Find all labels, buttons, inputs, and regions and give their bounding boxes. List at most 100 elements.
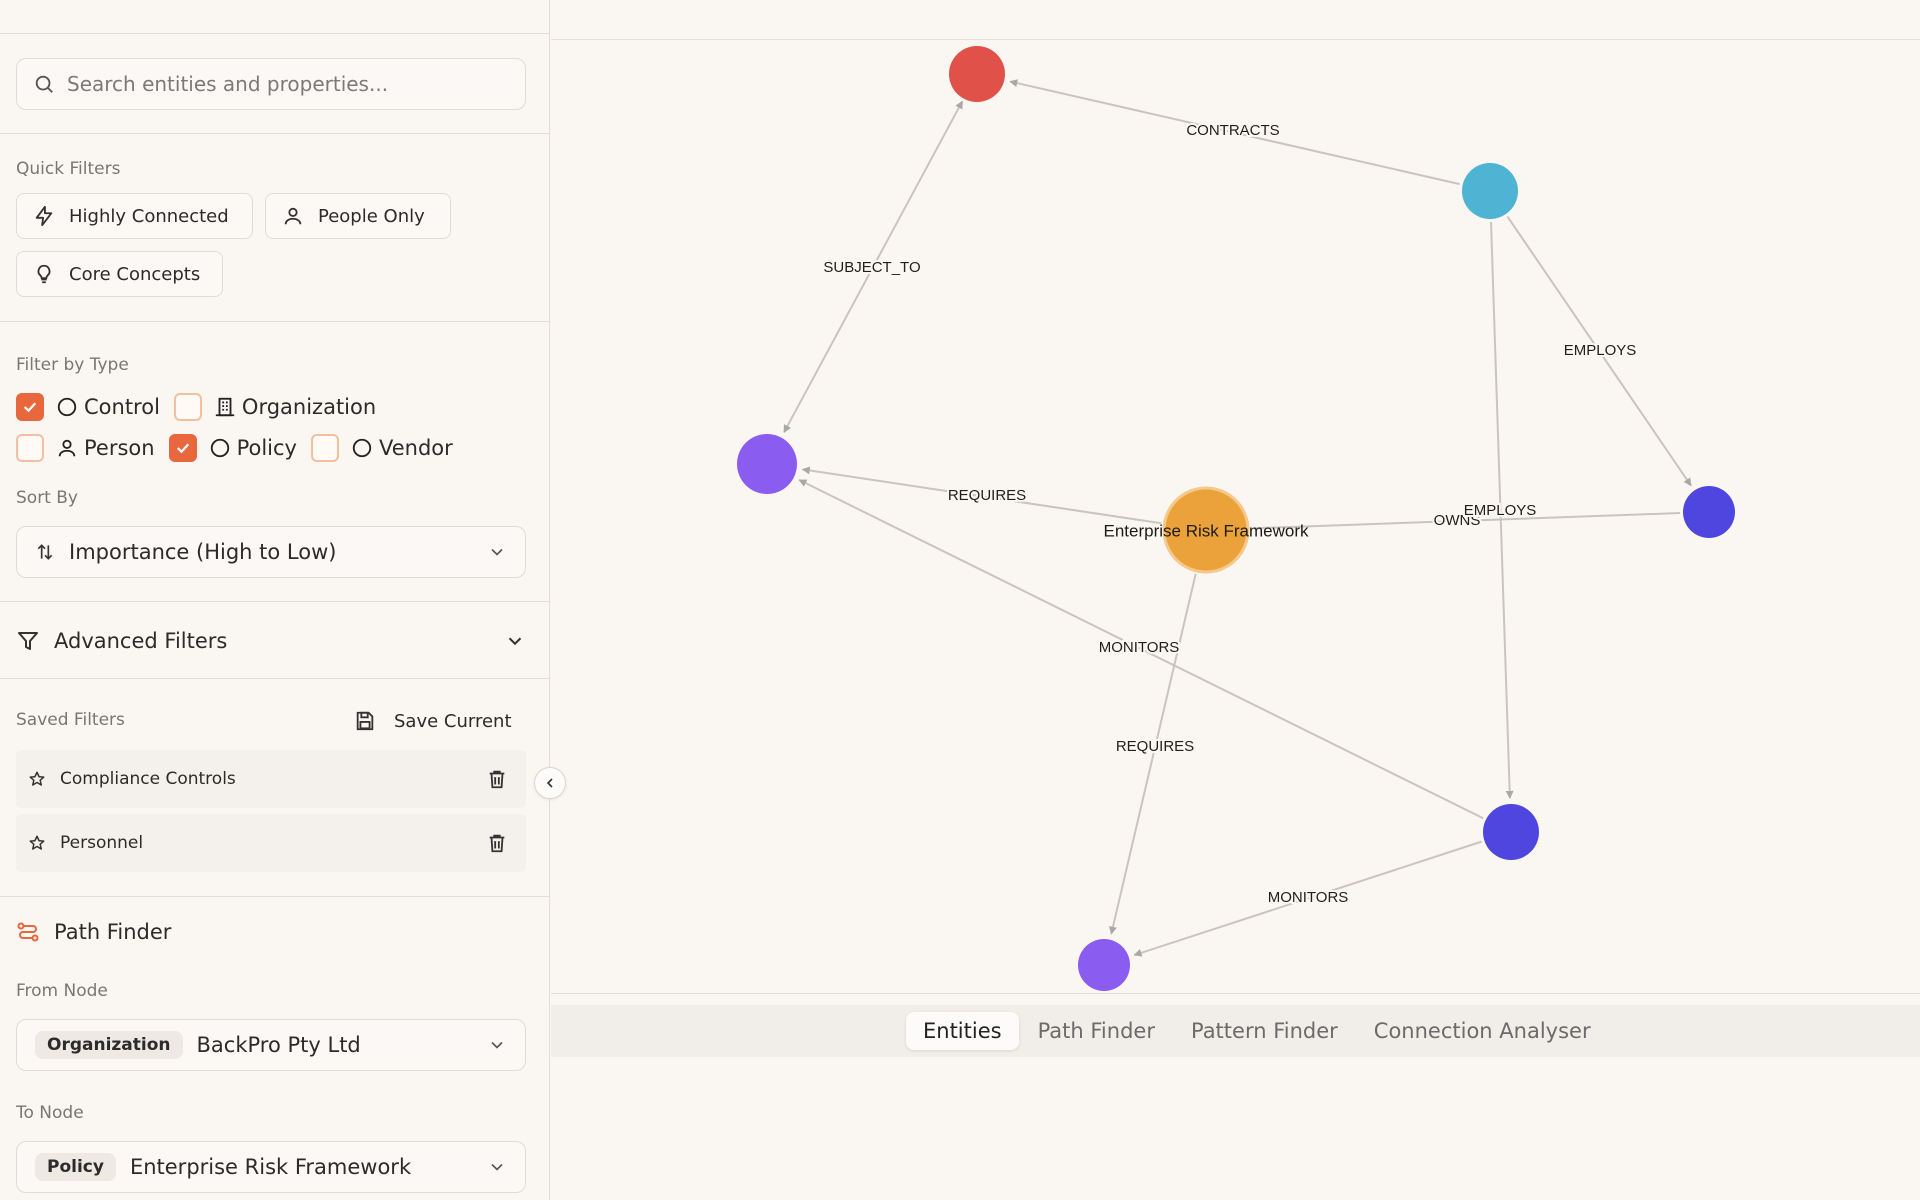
checkbox-checked[interactable] <box>16 393 44 421</box>
type-filter-row: Control Organization <box>16 392 390 422</box>
lightbulb-icon <box>37 264 51 284</box>
advanced-filters-toggle[interactable]: Advanced Filters <box>16 625 526 657</box>
tab-connection-analyser[interactable]: Connection Analyser <box>1357 1012 1608 1050</box>
to-node-value: Enterprise Risk Framework <box>129 1155 412 1179</box>
edge-label: REQUIRES <box>948 487 1026 504</box>
save-current-label: Save Current <box>394 710 512 732</box>
checkbox-unchecked[interactable] <box>16 434 44 462</box>
chevron-down-icon <box>491 548 503 556</box>
chip-label: Highly Connected <box>69 205 229 227</box>
star-icon <box>29 771 45 786</box>
sort-by-title: Sort By <box>16 488 78 508</box>
trash-icon[interactable] <box>486 768 508 790</box>
circle-icon <box>352 438 372 458</box>
check-icon <box>23 402 37 413</box>
from-node-select[interactable]: Organization BackPro Pty Ltd <box>16 1019 526 1071</box>
node-type-pill: Policy <box>35 1153 116 1181</box>
to-node-label: To Node <box>16 1103 84 1123</box>
route-icon <box>17 922 39 942</box>
graph-node-teal[interactable] <box>1462 163 1518 219</box>
from-node-label: From Node <box>16 981 108 1001</box>
save-current-button[interactable]: Save Current <box>354 706 512 736</box>
edge-label: MONITORS <box>1268 889 1349 906</box>
quick-filters-title: Quick Filters <box>16 159 121 179</box>
divider <box>0 601 549 602</box>
quick-filter-people-only[interactable]: People Only <box>265 193 451 239</box>
graph-node-red[interactable] <box>949 46 1005 102</box>
star-icon <box>29 835 45 850</box>
saved-filters-title: Saved Filters <box>16 710 125 730</box>
edge-label: CONTRACTS <box>1186 122 1279 139</box>
search-box[interactable] <box>16 58 526 110</box>
tab-entities[interactable]: Entities <box>906 1012 1019 1050</box>
chip-label: People Only <box>318 205 425 227</box>
type-label: Organization <box>241 395 377 419</box>
to-node-select[interactable]: Policy Enterprise Risk Framework <box>16 1141 526 1193</box>
tab-pattern-finder[interactable]: Pattern Finder <box>1174 1012 1355 1050</box>
view-tabs: Entities Path Finder Pattern Finder Conn… <box>906 1010 1610 1052</box>
filter-by-type-title: Filter by Type <box>16 355 129 375</box>
circle-icon <box>210 438 229 458</box>
person-icon <box>58 439 76 457</box>
lightning-icon <box>35 205 53 227</box>
search-input[interactable] <box>67 72 507 96</box>
chevron-down-icon <box>491 1041 503 1049</box>
divider <box>0 678 549 679</box>
saved-filter-item[interactable]: Personnel <box>16 814 526 872</box>
chevron-down-icon <box>491 1163 503 1171</box>
type-filter-control[interactable]: Control <box>16 393 160 421</box>
path-finder-title: Path Finder <box>16 920 171 944</box>
filter-icon <box>18 632 38 650</box>
advanced-filters-label: Advanced Filters <box>54 629 228 653</box>
quick-filter-core-concepts[interactable]: Core Concepts <box>16 251 223 297</box>
sort-by-value: Importance (High to Low) <box>69 540 337 564</box>
type-filter-vendor[interactable]: Vendor <box>310 434 453 462</box>
type-label: Control <box>84 395 160 419</box>
edge-label: EMPLOYS <box>1564 342 1637 359</box>
tab-path-finder[interactable]: Path Finder <box>1021 1012 1172 1050</box>
type-filter-policy[interactable]: Policy <box>168 434 297 462</box>
chip-label: Core Concepts <box>69 263 201 285</box>
type-filter-organization[interactable]: Organization <box>173 393 377 421</box>
trash-icon[interactable] <box>486 832 508 854</box>
sort-by-select[interactable]: Importance (High to Low) <box>16 526 526 578</box>
graph-node-indigo-bottom[interactable] <box>1483 804 1539 860</box>
building-icon <box>215 397 235 417</box>
checkbox-unchecked[interactable] <box>310 434 339 462</box>
circle-icon <box>57 397 77 417</box>
type-label: Vendor <box>378 436 453 460</box>
sidebar: Quick Filters Highly Connected People On… <box>0 0 550 1200</box>
graph-node-indigo-right[interactable] <box>1683 486 1735 538</box>
search-icon <box>35 75 53 93</box>
node-label: Enterprise Risk Framework <box>1104 521 1309 540</box>
graph-divider <box>551 993 1920 994</box>
edge-label: REQUIRES <box>1116 738 1194 755</box>
type-label: Person <box>84 436 155 460</box>
quick-filter-highly-connected[interactable]: Highly Connected <box>16 193 253 239</box>
type-filter-row: Person Policy Vendor <box>16 433 467 463</box>
divider <box>0 321 549 322</box>
edge-label: MONITORS <box>1099 639 1180 656</box>
sort-icon <box>37 544 53 560</box>
path-finder-label: Path Finder <box>54 920 172 944</box>
checkbox-unchecked[interactable] <box>173 393 202 421</box>
saved-filter-item[interactable]: Compliance Controls <box>16 750 526 808</box>
graph-node-purple-bottom[interactable] <box>1078 939 1130 991</box>
divider <box>0 896 549 897</box>
checkbox-checked[interactable] <box>168 434 197 462</box>
divider <box>0 133 549 134</box>
chevron-down-icon <box>508 637 522 646</box>
person-icon <box>284 207 302 225</box>
graph-canvas[interactable]: CONTRACTSSUBJECT_TOEMPLOYSREQUIRESOWNSEM… <box>551 40 1920 993</box>
saved-filter-label: Compliance Controls <box>60 769 236 789</box>
type-label: Policy <box>236 436 297 460</box>
type-filter-person[interactable]: Person <box>16 434 155 462</box>
edge-label: EMPLOYS <box>1464 502 1537 519</box>
edge-label: SUBJECT_TO <box>823 259 920 276</box>
from-node-value: BackPro Pty Ltd <box>196 1033 361 1057</box>
saved-filter-label: Personnel <box>60 833 144 853</box>
divider <box>0 33 549 34</box>
graph-node-purple-left[interactable] <box>737 434 797 494</box>
check-icon <box>176 443 189 454</box>
save-icon <box>356 711 374 731</box>
